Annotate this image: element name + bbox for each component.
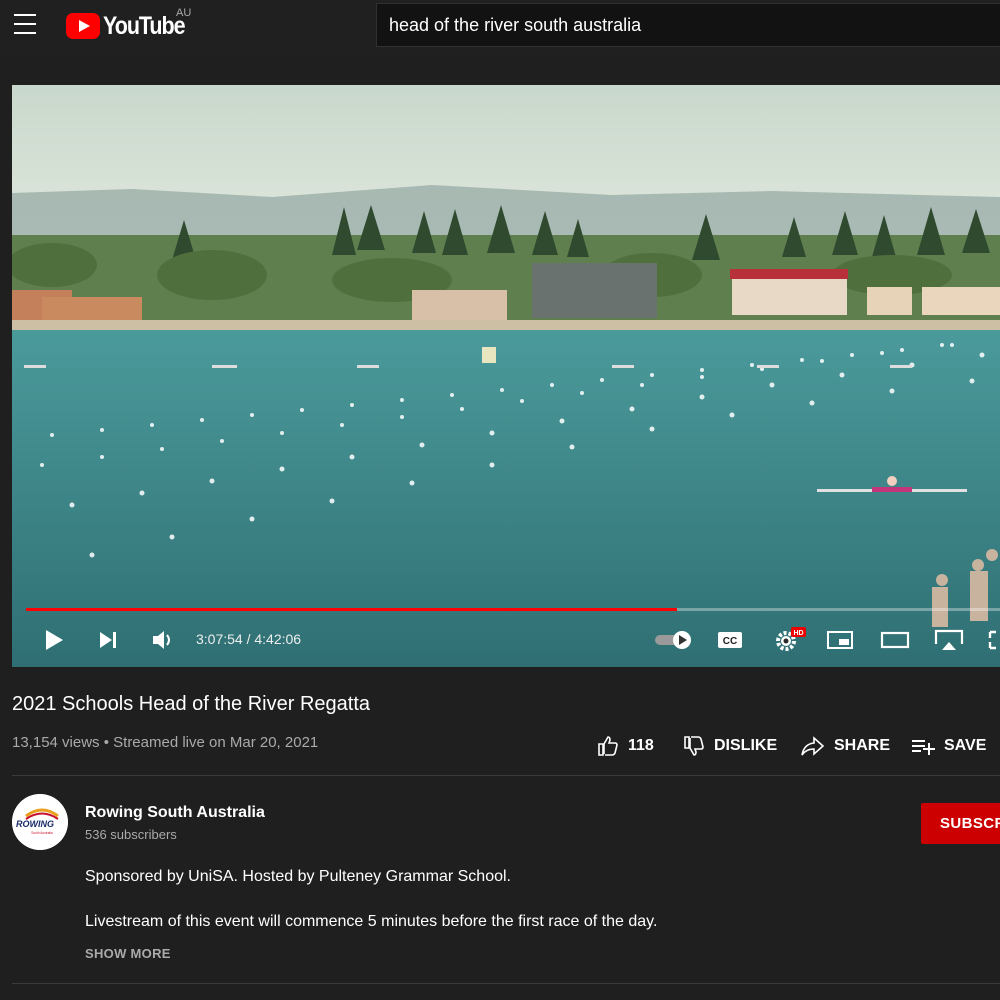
like-count: 118 [628,737,654,754]
share-icon [801,736,825,756]
theater-icon [880,631,910,649]
divider [12,983,1000,984]
airplay-icon [934,629,964,650]
playlist-add-icon [912,740,935,755]
gear-icon: HD [776,627,806,651]
save-button[interactable]: SAVE [910,734,986,758]
search-box[interactable] [376,3,1000,47]
video-meta: 13,154 views • Streamed live on Mar 20, … [12,734,319,751]
channel-name[interactable]: Rowing South Australia [85,804,265,822]
dislike-button[interactable]: DISLIKE [682,734,777,758]
video-player[interactable]: 3:07:54 / 4:42:06 CC HD [12,85,1000,667]
settings-button[interactable]: HD [772,625,806,655]
rowing-sa-logo: ROWING South Australia [12,794,68,850]
next-button[interactable] [94,625,122,655]
play-button[interactable] [40,625,68,655]
share-label: SHARE [834,737,891,754]
progress-played [26,608,677,611]
dislike-label: DISLIKE [714,737,778,754]
like-button[interactable]: 118 [596,734,654,758]
autoplay-toggle[interactable] [652,625,694,655]
region-code: AU [176,7,192,19]
menu-icon[interactable] [14,14,40,36]
progress-bar[interactable] [26,608,1000,611]
thumbs-down-icon [684,736,704,756]
airplay-button[interactable] [932,625,966,655]
search-input[interactable] [377,4,1000,46]
subscriber-count: 536 subscribers [85,827,177,842]
description-line-1: Sponsored by UniSA. Hosted by Pulteney G… [85,868,511,885]
top-bar: YouTube AU [0,0,1000,56]
next-icon [100,632,116,648]
captions-icon: CC [718,632,742,648]
play-icon [46,630,63,650]
miniplayer-icon [827,631,853,649]
divider [12,775,1000,776]
youtube-play-icon [66,13,100,39]
hd-badge: HD [793,630,803,637]
autoplay-icon [655,631,691,649]
captions-label: CC [723,636,737,647]
fullscreen-button[interactable] [986,625,1000,655]
video-frame [12,85,1000,667]
show-more-button[interactable]: SHOW MORE [85,946,171,961]
channel-avatar[interactable]: ROWING South Australia [12,794,68,850]
avatar-logo-text: ROWING [16,819,54,829]
video-title: 2021 Schools Head of the River Regatta [12,693,370,715]
subscribe-button[interactable]: SUBSCRIBE [921,803,1000,844]
fullscreen-icon [988,630,996,650]
save-label: SAVE [944,737,987,754]
share-button[interactable]: SHARE [800,734,890,758]
volume-icon [153,631,170,649]
logo-text: YouTube [103,11,186,40]
avatar-logo-subtext: South Australia [31,831,53,835]
theater-mode-button[interactable] [878,625,912,655]
time-display: 3:07:54 / 4:42:06 [196,631,302,647]
thumbs-up-icon [598,736,618,756]
miniplayer-button[interactable] [824,625,856,655]
volume-button[interactable] [148,625,178,655]
description-line-2: Livestream of this event will commence 5… [85,913,658,930]
captions-button[interactable]: CC [715,625,745,655]
